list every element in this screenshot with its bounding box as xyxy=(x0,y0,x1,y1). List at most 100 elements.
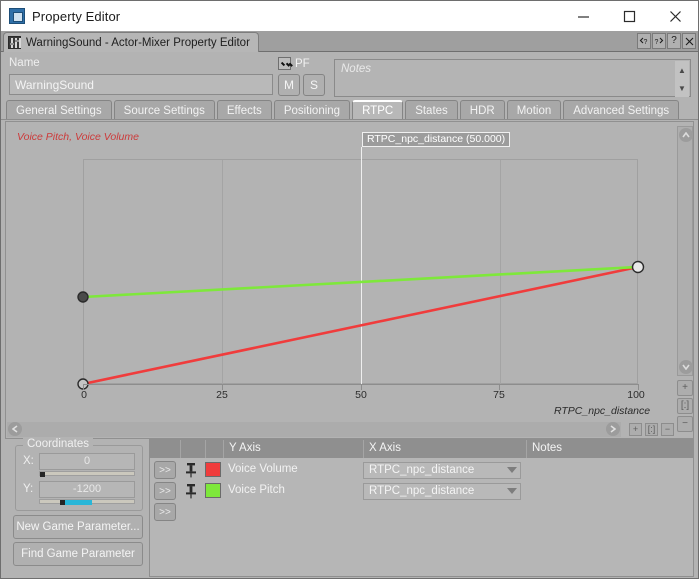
graph-hzoom-in-button[interactable]: + xyxy=(629,423,642,436)
tab-bar-buttons: ? ? ? xyxy=(637,33,696,49)
mute-button[interactable]: M xyxy=(278,74,300,96)
tab-general-settings[interactable]: General Settings xyxy=(6,100,112,120)
x-axis-label: RTPC_npc_distance xyxy=(554,405,651,417)
property-editor-window: Property Editor WarningSound - Actor-Mix… xyxy=(0,0,699,579)
close-button[interactable] xyxy=(652,1,698,31)
coordinate-x-slider[interactable] xyxy=(39,471,135,477)
pin-icon[interactable] xyxy=(184,483,198,499)
notes-field[interactable]: Notes ▲ ▼ xyxy=(334,59,691,97)
gridline-75 xyxy=(500,160,501,385)
tab-states[interactable]: States xyxy=(405,100,458,120)
close-tab-button[interactable] xyxy=(682,33,696,49)
row-go-button[interactable]: >> xyxy=(154,482,176,500)
document-tab-warningsound[interactable]: WarningSound - Actor-Mixer Property Edit… xyxy=(3,32,259,52)
window-controls xyxy=(560,1,698,31)
rtpc-table-panel: Y Axis X Axis Notes >> Voice Volume RTPC… xyxy=(149,439,694,577)
scroll-up-icon[interactable] xyxy=(679,128,693,142)
graph-hzoom-out-button[interactable]: − xyxy=(661,423,674,436)
svg-text:?: ? xyxy=(644,39,648,46)
notes-placeholder: Notes xyxy=(341,63,372,75)
name-label: Name xyxy=(9,57,40,69)
graph-horizontal-scrollbar[interactable] xyxy=(7,422,621,437)
tab-positioning[interactable]: Positioning xyxy=(273,100,351,120)
property-tabs: General Settings Source Settings Effects… xyxy=(6,100,680,120)
x-ticklabel-25: 25 xyxy=(216,389,228,401)
find-game-parameter-button[interactable]: Find Game Parameter xyxy=(13,542,143,566)
row-x-axis-dropdown[interactable]: RTPC_npc_distance xyxy=(363,483,521,500)
scroll-right-icon[interactable] xyxy=(606,422,620,436)
coordinate-x-handle[interactable] xyxy=(40,472,45,477)
table-row[interactable]: >> Voice Volume RTPC_npc_distance xyxy=(150,460,693,481)
pf-checkbox-group[interactable]: PF xyxy=(278,57,310,70)
row-color-swatch[interactable] xyxy=(205,483,221,498)
coordinate-y-input[interactable]: -1200 xyxy=(39,481,135,498)
graph-vertical-scrollbar[interactable] xyxy=(677,126,693,376)
coordinate-x-input[interactable]: 0 xyxy=(39,453,135,470)
table-header-color xyxy=(205,440,223,458)
chevron-down-icon[interactable] xyxy=(507,488,517,494)
row-x-axis-value: RTPC_npc_distance xyxy=(369,464,475,476)
scroll-left-icon[interactable] xyxy=(8,422,22,436)
row-color-swatch[interactable] xyxy=(205,462,221,477)
table-header-pin xyxy=(180,440,205,458)
tab-effects[interactable]: Effects xyxy=(216,100,272,120)
coordinate-x-row: X: 0 xyxy=(15,453,143,479)
coordinate-x-label: X: xyxy=(23,455,34,467)
row-x-axis-dropdown[interactable]: RTPC_npc_distance xyxy=(363,462,521,479)
nav-forward-help-icon[interactable]: ? xyxy=(652,33,666,49)
help-button[interactable]: ? xyxy=(667,33,681,49)
coordinate-y-handle[interactable] xyxy=(60,500,65,505)
pin-icon[interactable] xyxy=(184,462,198,478)
minimize-button[interactable] xyxy=(560,1,606,31)
table-header-row: Y Axis X Axis Notes xyxy=(150,440,693,458)
graph-zoom-in-button[interactable]: + xyxy=(677,380,693,396)
nav-back-help-icon[interactable]: ? xyxy=(637,33,651,49)
notes-scrollbar[interactable]: ▲ ▼ xyxy=(675,61,689,97)
name-input[interactable]: WarningSound xyxy=(9,74,273,95)
row-y-axis-label: Voice Volume xyxy=(228,463,298,475)
graph-title: Voice Pitch, Voice Volume xyxy=(17,131,139,143)
actor-mixer-icon xyxy=(8,36,21,49)
chevron-down-icon[interactable] xyxy=(507,467,517,473)
property-editor-icon xyxy=(9,8,25,24)
graph-zoom-out-button[interactable]: − xyxy=(677,416,693,432)
notes-scroll-up-icon[interactable]: ▲ xyxy=(675,61,689,79)
tab-hdr[interactable]: HDR xyxy=(459,100,505,120)
table-header-x-axis: X Axis xyxy=(363,440,526,458)
tabs-underline xyxy=(1,119,698,120)
title-bar: Property Editor xyxy=(1,1,698,31)
x-ticklabel-0: 0 xyxy=(81,389,87,401)
tab-motion[interactable]: Motion xyxy=(506,100,562,120)
table-header-notes: Notes xyxy=(526,440,693,458)
cursor-line xyxy=(361,147,362,384)
row-go-button[interactable]: >> xyxy=(154,461,176,479)
gridline-25 xyxy=(222,160,223,385)
table-add-row[interactable]: >> xyxy=(150,502,693,523)
coordinates-legend: Coordinates xyxy=(23,438,94,450)
cursor-tooltip: RTPC_npc_distance (50.000) xyxy=(362,132,511,147)
pf-checkbox[interactable] xyxy=(278,57,291,70)
x-ticklabel-75: 75 xyxy=(493,389,505,401)
window-title: Property Editor xyxy=(32,8,121,24)
document-tab-bar: WarningSound - Actor-Mixer Property Edit… xyxy=(1,31,698,52)
solo-button[interactable]: S xyxy=(303,74,325,96)
row-x-axis-value: RTPC_npc_distance xyxy=(369,485,475,497)
x-ticklabel-100: 100 xyxy=(627,389,645,401)
pf-label: PF xyxy=(295,57,310,70)
coordinate-y-slider[interactable] xyxy=(39,499,135,505)
add-row-go-button[interactable]: >> xyxy=(154,503,176,521)
tab-source-settings[interactable]: Source Settings xyxy=(113,100,215,120)
tab-advanced-settings[interactable]: Advanced Settings xyxy=(563,100,680,120)
graph-hzoom-fit-button[interactable]: [:] xyxy=(645,423,658,436)
graph-zoom-fit-button[interactable]: [:] xyxy=(677,398,693,414)
coordinate-y-fill xyxy=(64,500,92,505)
new-game-parameter-button[interactable]: New Game Parameter... xyxy=(13,515,143,539)
scroll-down-icon[interactable] xyxy=(679,360,693,374)
table-row[interactable]: >> Voice Pitch RTPC_npc_distance xyxy=(150,481,693,502)
tab-rtpc[interactable]: RTPC xyxy=(352,100,404,120)
x-ticklabel-50: 50 xyxy=(355,389,367,401)
maximize-button[interactable] xyxy=(606,1,652,31)
svg-text:?: ? xyxy=(655,39,659,46)
coordinate-y-label: Y: xyxy=(23,483,34,495)
notes-scroll-down-icon[interactable]: ▼ xyxy=(675,79,689,97)
